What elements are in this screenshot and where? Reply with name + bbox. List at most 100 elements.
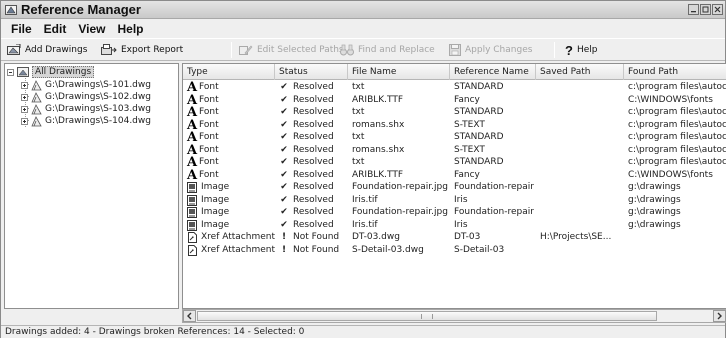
status-cell: ! Not Found: [275, 231, 348, 244]
add-drawings-button[interactable]: Add Drawings: [7, 42, 87, 58]
found-path-cell: C:\WINDOWS\fonts: [628, 94, 713, 105]
status-cell: ✔ Resolved: [275, 94, 348, 107]
saved-path-cell: [536, 181, 624, 194]
status-label: Resolved: [293, 82, 334, 92]
table-row[interactable]: Xref Attachment! Not Found DT-03.dwg DT-03 H…: [183, 231, 726, 244]
add-drawings-icon: [7, 44, 21, 55]
check-icon: ✔: [280, 207, 288, 217]
column-header-saved-path[interactable]: Saved Path: [536, 64, 624, 80]
table-row[interactable]: Image ✔ Resolved Foundation-repair.jpg Found…: [183, 206, 726, 219]
expand-toggle-icon[interactable]: [21, 105, 28, 113]
status-cell: ✔ Resolved: [275, 181, 348, 194]
type-cell: A Font: [183, 94, 275, 107]
tree-item-drawing[interactable]: G:\Drawings\S-101.dwg: [21, 79, 151, 91]
tree-root-all-drawings[interactable]: All Drawings: [7, 66, 95, 78]
table-row[interactable]: A Font ✔ Resolved txt STANDARD c:\program file…: [183, 106, 726, 119]
menu-file[interactable]: File: [5, 22, 38, 36]
maximize-button[interactable]: [700, 4, 711, 15]
toolbar-separator: [231, 42, 232, 58]
type-label: Image: [201, 207, 230, 217]
table-row[interactable]: A Font ✔ Resolved ARIBLK.TTF Fancy C:\WINDOWS\…: [183, 169, 726, 182]
maximize-icon: [702, 6, 709, 13]
column-header-status[interactable]: Status: [275, 64, 348, 80]
table-row[interactable]: A Font ✔ Resolved ARIBLK.TTF Fancy C:\WINDOWS\…: [183, 94, 726, 107]
reference-name-cell: Iris: [454, 219, 468, 230]
check-icon: ✔: [280, 82, 288, 92]
status-label: Resolved: [293, 182, 334, 192]
expand-toggle-icon[interactable]: [21, 117, 28, 125]
table-row[interactable]: A Font ✔ Resolved txt STANDARD c:\program file…: [183, 156, 726, 169]
table-row[interactable]: Image ✔ Resolved Foundation-repair.jpg Found…: [183, 181, 726, 194]
menu-view[interactable]: View: [72, 22, 111, 36]
scrollbar-thumb[interactable]: [197, 311, 657, 321]
tree-item-drawing[interactable]: G:\Drawings\S-103.dwg: [21, 103, 151, 115]
edit-selected-paths-button[interactable]: Edit Selected Paths: [239, 42, 344, 58]
table-row[interactable]: A Font ✔ Resolved romans.shx S-TEXT c:\program…: [183, 119, 726, 132]
status-cell: ! Not Found: [275, 244, 348, 257]
reference-name-cell: Foundation-repair: [454, 207, 534, 217]
type-label: Image: [201, 194, 230, 205]
warning-icon: !: [281, 244, 287, 255]
scroll-right-button[interactable]: [713, 310, 726, 322]
reference-name-cell: STANDARD: [454, 132, 504, 142]
saved-path-cell: [536, 131, 624, 144]
references-list[interactable]: Type Status File Name Reference Name Sav…: [182, 63, 726, 309]
column-header-found-path[interactable]: Found Path: [624, 64, 726, 80]
reference-name-cell: Iris: [454, 194, 468, 205]
close-icon: [714, 6, 721, 13]
check-icon: ✔: [280, 194, 288, 205]
reference-name-cell: STANDARD: [454, 107, 504, 117]
expand-toggle-icon[interactable]: [21, 81, 28, 89]
scroll-left-button[interactable]: [183, 310, 196, 322]
drawing-path-label: G:\Drawings\S-102.dwg: [45, 92, 151, 102]
table-row[interactable]: A Font ✔ Resolved txt STANDARD c:\program file…: [183, 131, 726, 144]
table-row[interactable]: A Font ✔ Resolved txt STANDARD c:\program file…: [183, 81, 726, 94]
file-name-cell: romans.shx: [352, 144, 405, 155]
reference-name-cell: Fancy: [454, 94, 480, 105]
status-label: Resolved: [293, 107, 334, 117]
column-header-file-name[interactable]: File Name: [348, 64, 450, 80]
find-and-replace-button[interactable]: Find and Replace: [340, 42, 435, 58]
found-path-cell: c:\program files\autocad: [628, 82, 726, 92]
all-drawings-icon: [17, 66, 29, 77]
table-row[interactable]: Image ✔ Resolved Iris.tif Iris g:\drawings: [183, 194, 726, 207]
status-label: Resolved: [293, 194, 334, 205]
menu-help[interactable]: Help: [111, 22, 149, 36]
table-row[interactable]: Xref Attachment! Not Found S-Detail-03.dwg…: [183, 244, 726, 257]
type-cell: A Font: [183, 144, 275, 157]
title-bar[interactable]: Reference Manager: [1, 1, 725, 19]
font-icon: A: [187, 131, 198, 144]
saved-path-cell: [536, 219, 624, 232]
image-icon: [187, 182, 199, 193]
drawing-file-icon: [31, 91, 42, 102]
column-header-reference-name[interactable]: Reference Name: [450, 64, 536, 80]
tree-item-drawing[interactable]: G:\Drawings\S-104.dwg: [21, 115, 151, 127]
horizontal-scrollbar[interactable]: [182, 309, 726, 323]
tree-item-drawing[interactable]: G:\Drawings\S-102.dwg: [21, 91, 151, 103]
export-report-button[interactable]: Export Report: [101, 42, 183, 58]
status-label: Resolved: [293, 144, 334, 155]
found-path-cell: c:\program files\autocad: [628, 144, 726, 155]
type-cell: A Font: [183, 131, 275, 144]
font-icon: A: [187, 118, 198, 132]
drawing-path-label: G:\Drawings\S-104.dwg: [45, 116, 151, 126]
type-cell: A Font: [183, 156, 275, 169]
found-path-cell: c:\program files\autocad: [628, 119, 726, 130]
close-button[interactable]: [712, 4, 723, 15]
reference-manager-window: Reference Manager File Edit View Help Ad…: [0, 0, 726, 338]
expand-toggle-icon[interactable]: [21, 93, 28, 101]
scroll-right-icon: [717, 312, 722, 320]
help-button[interactable]: ? Help: [565, 42, 597, 58]
type-label: Font: [199, 94, 219, 105]
status-cell: ✔ Resolved: [275, 131, 348, 144]
table-row[interactable]: Image ✔ Resolved Iris.tif Iris g:\drawings: [183, 219, 726, 232]
menu-edit[interactable]: Edit: [38, 22, 73, 36]
collapse-toggle-icon[interactable]: [7, 68, 14, 76]
column-header-type[interactable]: Type: [183, 64, 275, 80]
minimize-button[interactable]: [688, 4, 699, 15]
table-row[interactable]: A Font ✔ Resolved romans.shx S-TEXT c:\program…: [183, 144, 726, 157]
status-label: Resolved: [293, 119, 334, 130]
drawings-tree[interactable]: All Drawings G:\Drawings\S-101.dwg G:\Dr…: [4, 63, 179, 309]
apply-changes-button[interactable]: Apply Changes: [449, 42, 532, 58]
saved-path-cell: H:\Projects\SE...: [540, 232, 612, 242]
